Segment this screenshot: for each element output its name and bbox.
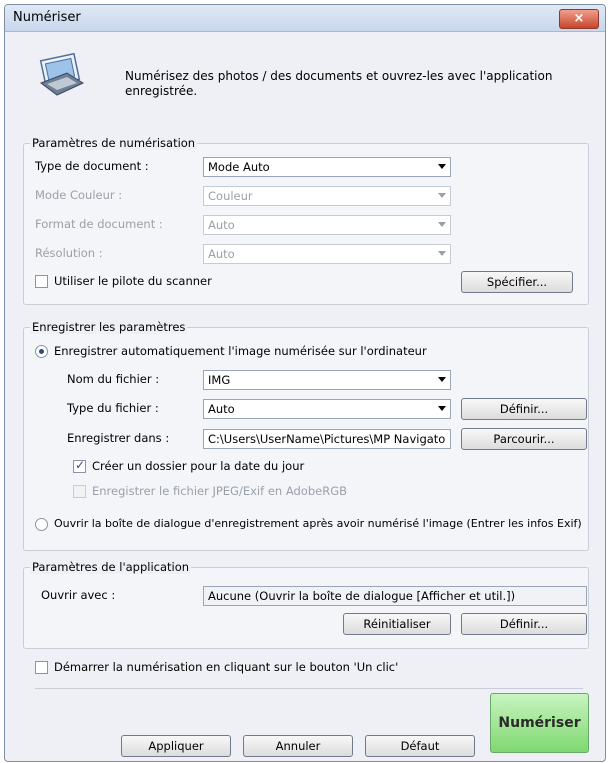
file-type-select[interactable]: Auto [203,399,451,419]
define-file-type-button[interactable]: Définir... [461,398,587,420]
color-mode-label: Mode Couleur : [35,188,123,202]
scan-settings-title: Paramètres de numérisation [30,136,198,150]
chevron-down-icon [438,164,446,169]
scan-dialog: Numériser × Numérisez des photos / des d… [4,4,606,762]
create-folder-checkbox[interactable]: ✓ [73,458,86,473]
app-settings-section: Paramètres de l'application [23,560,589,649]
chevron-down-icon [438,193,446,198]
open-dialog-radio[interactable] [35,518,48,531]
title-bar: Numériser × [5,5,605,32]
one-click-label: Démarrer la numérisation en cliquant sur… [54,660,399,674]
scan-document-icon [39,53,85,96]
jpeg-adobe-label: Enregistrer le fichier JPEG/Exif en Adob… [92,484,348,498]
auto-save-label: Enregistrer automatiquement l'image numé… [54,344,427,358]
doc-size-label: Format de document : [35,217,163,231]
open-dialog-label: Ouvrir la boîte de dialogue d'enregistre… [54,517,582,530]
doc-type-label: Type de document : [35,159,149,173]
file-name-label: Nom du fichier : [67,372,160,386]
cancel-button[interactable]: Annuler [243,735,353,757]
save-in-path-field[interactable]: C:\Users\UserName\Pictures\MP Navigato [203,429,451,449]
use-driver-checkbox[interactable] [35,275,48,288]
jpeg-adobe-checkbox [73,485,86,498]
resolution-label: Résolution : [35,246,103,260]
one-click-checkbox[interactable] [35,661,48,674]
scan-button[interactable]: Numériser [490,693,589,753]
specify-button[interactable]: Spécifier... [461,271,573,293]
create-folder-label: Créer un dossier pour la date du jour [92,459,305,473]
doc-type-select[interactable]: Mode Auto [203,157,451,177]
resolution-select: Auto [203,244,451,264]
doc-size-select: Auto [203,215,451,235]
open-with-label: Ouvrir avec : [41,588,116,602]
apply-button[interactable]: Appliquer [121,735,231,757]
reset-button[interactable]: Réinitialiser [343,613,451,635]
browse-button[interactable]: Parcourir... [461,428,587,450]
save-settings-title: Enregistrer les paramètres [30,320,188,334]
file-type-label: Type du fichier : [67,401,159,415]
chevron-down-icon [438,377,446,382]
define-app-button[interactable]: Définir... [461,613,587,635]
intro-description: Numérisez des photos / des documents et … [125,69,553,98]
chevron-down-icon [438,251,446,256]
chevron-down-icon [438,222,446,227]
default-button[interactable]: Défaut [365,735,475,757]
check-icon: ✓ [75,458,86,472]
file-name-select[interactable]: IMG [203,370,451,390]
auto-save-radio[interactable] [35,345,48,358]
color-mode-select: Couleur [203,186,451,206]
use-driver-label: Utiliser le pilote du scanner [54,274,212,288]
save-in-label: Enregistrer dans : [67,431,170,445]
window-title: Numériser [13,10,81,25]
close-button[interactable]: × [559,9,599,29]
footer-divider [35,688,583,689]
open-with-field: Aucune (Ouvrir la boîte de dialogue [Aff… [203,586,587,606]
chevron-down-icon [438,406,446,411]
app-settings-title: Paramètres de l'application [30,560,192,574]
